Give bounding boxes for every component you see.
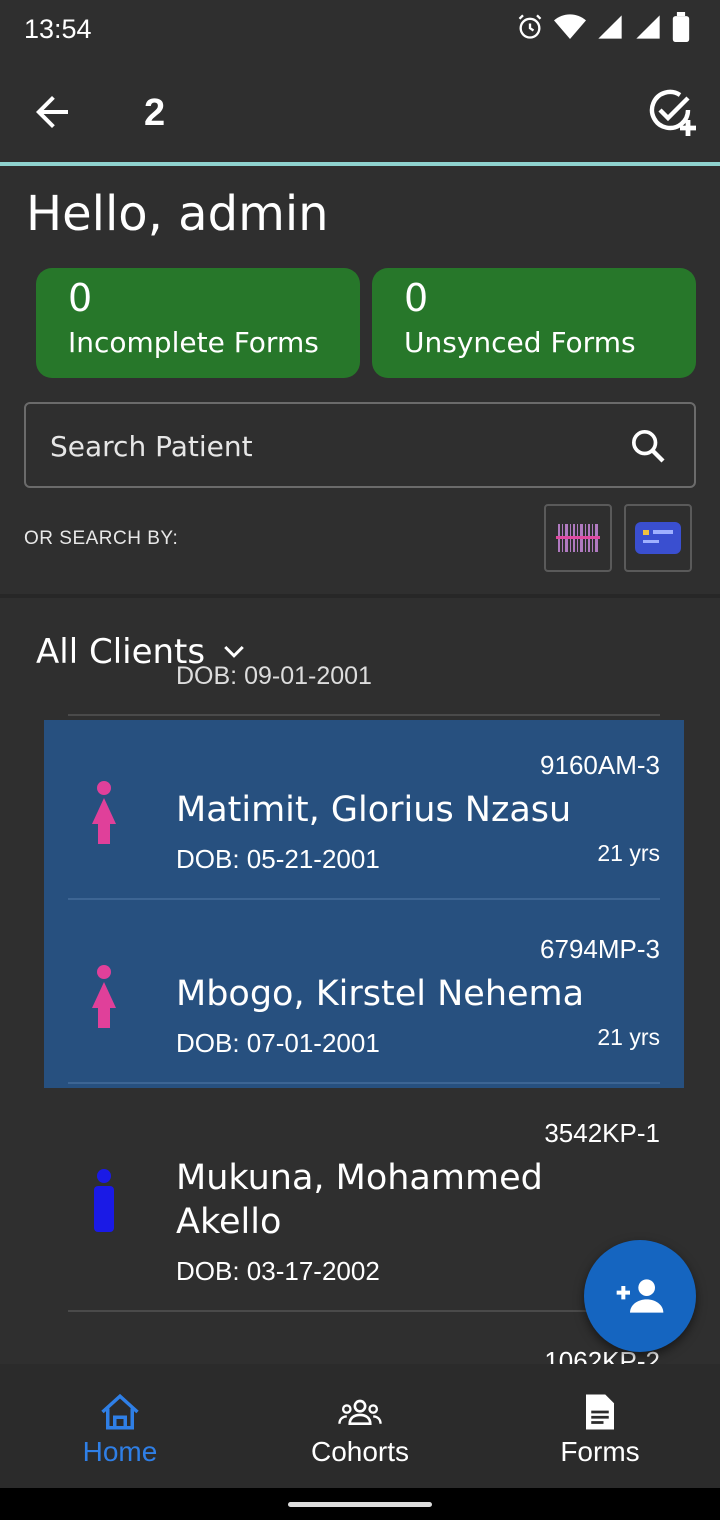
- person-add-icon: [616, 1279, 664, 1313]
- back-button[interactable]: [28, 88, 76, 136]
- unsynced-forms-card[interactable]: 0 Unsynced Forms: [372, 268, 696, 378]
- gesture-handle[interactable]: [288, 1502, 432, 1507]
- chevron-down-icon: [224, 645, 244, 658]
- status-time: 13:54: [24, 14, 92, 44]
- male-icon: [94, 1169, 114, 1232]
- app-bar: 2: [0, 58, 720, 164]
- client-filter-label: All Clients: [36, 632, 206, 672]
- signal-icon: [598, 15, 622, 39]
- bottom-navigation: Home Cohorts Forms: [0, 1364, 720, 1488]
- system-gesture-bar: [0, 1488, 720, 1520]
- nav-forms[interactable]: Forms: [480, 1364, 720, 1488]
- unsynced-forms-count: 0: [404, 276, 429, 320]
- barcode-icon: [556, 524, 600, 552]
- search-icon[interactable]: [628, 426, 668, 466]
- nav-cohorts-label: Cohorts: [310, 1436, 410, 1467]
- patient-age: 21 yrs: [597, 1024, 660, 1050]
- row-divider: [68, 1310, 660, 1312]
- patient-name: Mukuna, Mohammed Akello: [176, 1158, 543, 1242]
- select-patients-button[interactable]: [646, 86, 698, 138]
- arrow-back-icon: [36, 96, 68, 128]
- id-card-icon: [635, 522, 681, 554]
- battery-icon: [672, 12, 690, 42]
- female-icon: [92, 781, 116, 844]
- or-search-by-label: OR SEARCH BY:: [24, 528, 179, 549]
- patient-id: 9160AM-3: [540, 750, 660, 780]
- forms-icon: [578, 1392, 622, 1432]
- patient-id: 6794MP-3: [540, 934, 660, 964]
- client-filter-dropdown[interactable]: All Clients: [36, 632, 249, 672]
- check-circle-plus-icon: [649, 89, 696, 136]
- app-bar-divider: [0, 162, 720, 166]
- nav-cohorts[interactable]: Cohorts: [240, 1364, 480, 1488]
- nav-forms-label: Forms: [560, 1436, 640, 1467]
- add-patient-button[interactable]: [584, 1240, 696, 1352]
- signal-icon-2: [636, 15, 660, 39]
- unsynced-forms-label: Unsynced Forms: [404, 326, 636, 359]
- patient-name: Matimit, Glorius Nzasu: [176, 790, 572, 830]
- barcode-search-button[interactable]: [544, 504, 612, 572]
- patient-id: 3542KP-1: [544, 1118, 660, 1148]
- greeting: Hello, admin: [26, 186, 329, 242]
- id-card-search-button[interactable]: [624, 504, 692, 572]
- incomplete-forms-card[interactable]: 0 Incomplete Forms: [36, 268, 360, 378]
- home-icon: [98, 1392, 142, 1432]
- cohorts-icon: [338, 1392, 382, 1432]
- wifi-icon: x: [554, 14, 586, 40]
- status-bar: 13:54 x: [0, 0, 720, 58]
- page-title: 2: [144, 92, 166, 134]
- row-divider: [68, 714, 660, 716]
- patient-row[interactable]: 6794MP-3 Mbogo, Kirstel Nehema DOB: 07-0…: [0, 904, 720, 1084]
- nav-home-label: Home: [82, 1436, 158, 1467]
- row-divider: [68, 1082, 660, 1084]
- svg-text:x: x: [577, 15, 582, 25]
- patient-dob: DOB: 03-17-2002: [176, 1256, 380, 1286]
- patient-dob: DOB: 05-21-2001: [176, 844, 380, 874]
- search-placeholder: Search Patient: [50, 430, 253, 463]
- alarm-icon: [518, 14, 542, 39]
- patient-dob: DOB: 07-01-2001: [176, 1028, 380, 1058]
- patient-row[interactable]: 9160AM-3 Matimit, Glorius Nzasu DOB: 05-…: [0, 720, 720, 900]
- search-input[interactable]: Search Patient: [24, 402, 696, 488]
- incomplete-forms-count: 0: [68, 276, 93, 320]
- patient-name: Mbogo, Kirstel Nehema: [176, 974, 585, 1014]
- row-divider: [68, 898, 660, 900]
- female-icon: [92, 965, 116, 1028]
- status-icons: x: [516, 12, 690, 42]
- incomplete-forms-label: Incomplete Forms: [68, 326, 319, 359]
- nav-home[interactable]: Home: [0, 1364, 240, 1488]
- patient-age: 21 yrs: [597, 840, 660, 866]
